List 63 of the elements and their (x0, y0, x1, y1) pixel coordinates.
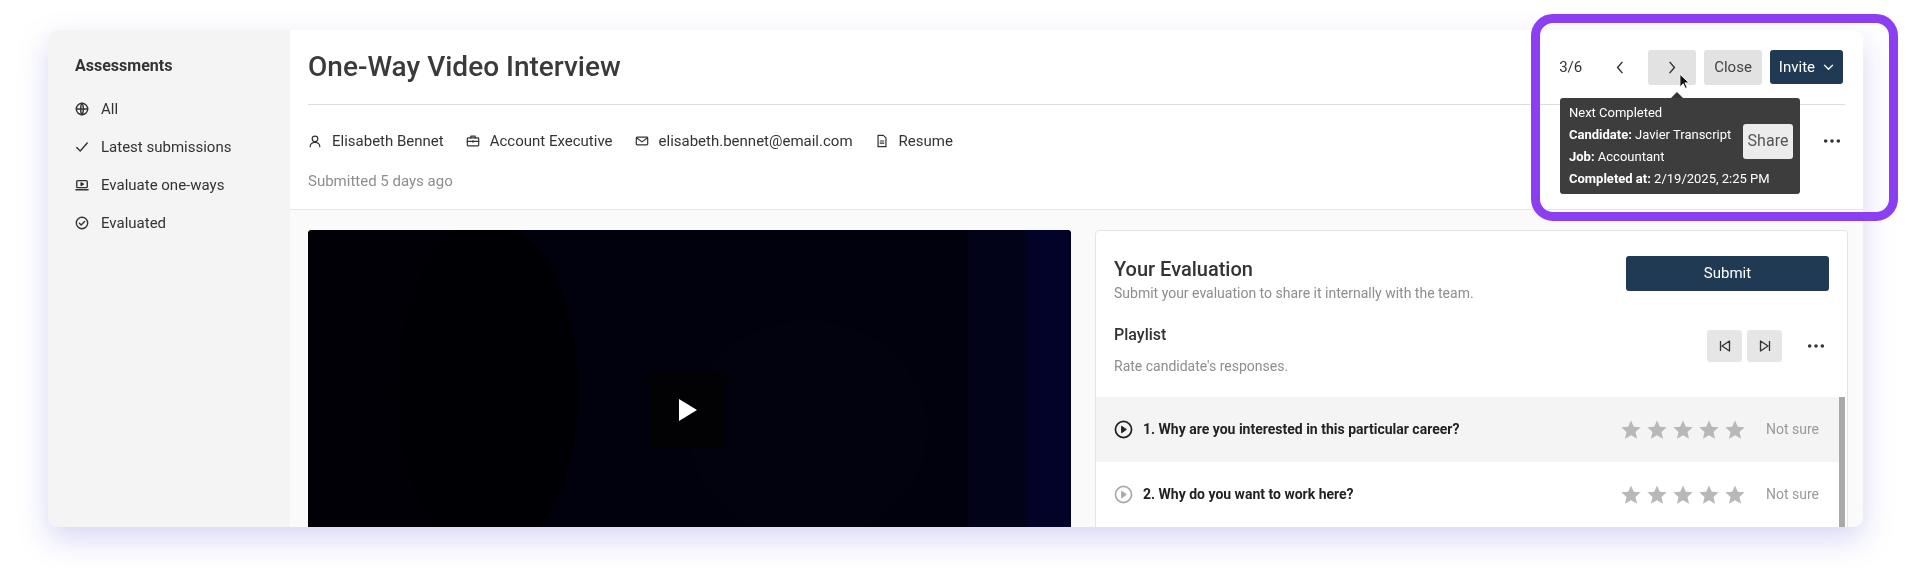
candidate-detail[interactable]: Resume (898, 129, 953, 153)
sidebar-item[interactable]: All (101, 97, 119, 121)
play-icon (678, 398, 698, 422)
invite-button[interactable]: Invite (1769, 50, 1843, 84)
play-circle-icon (1114, 420, 1133, 439)
candidate-detail: Account Executive (489, 130, 613, 152)
person-icon (308, 134, 322, 148)
video-screen-icon (75, 178, 89, 192)
chevron-left-icon (1616, 60, 1625, 74)
more-icon[interactable] (1807, 343, 1825, 349)
envelope-icon (634, 134, 649, 148)
page-title: One-Way Video Interview (308, 49, 621, 85)
play-circle-icon (1114, 485, 1133, 504)
play-button[interactable] (650, 372, 726, 448)
tooltip-line: Completed at: 2/19/2025, 2:25 PM (1569, 170, 1770, 188)
close-button[interactable]: Close (1704, 49, 1762, 85)
sidebar-item[interactable]: Evaluate one-ways (101, 173, 225, 197)
document-icon (874, 134, 889, 148)
more-icon[interactable] (1823, 138, 1841, 144)
globe-icon (75, 102, 89, 116)
star-icon[interactable] (1646, 483, 1668, 506)
star-icon[interactable] (1620, 418, 1642, 441)
star-icon[interactable] (1698, 418, 1720, 441)
star-icon[interactable] (1672, 483, 1694, 506)
rating-label: Not sure (1766, 420, 1819, 439)
question-row[interactable]: 1. Why are you interested in this particular career? Not sure (1096, 397, 1839, 462)
rating-label: Not sure (1766, 485, 1819, 504)
tooltip-line: Job: Accountant (1569, 148, 1665, 166)
candidate-detail: elisabeth.bennet@email.com (658, 130, 853, 152)
star-icon[interactable] (1620, 483, 1642, 506)
chevron-right-icon (1668, 60, 1677, 74)
star-icon[interactable] (1698, 483, 1720, 506)
share-button[interactable]: Share (1743, 123, 1793, 159)
star-icon[interactable] (1646, 418, 1668, 441)
sidebar-item[interactable]: Latest submissions (101, 135, 232, 159)
candidate-detail: Elisabeth Bennet (332, 130, 444, 152)
sidebar-title: Assessments (75, 55, 174, 77)
tooltip-title: Next Completed (1569, 104, 1663, 122)
skip-forward-button[interactable] (1747, 330, 1782, 362)
star-icon[interactable] (1724, 418, 1746, 441)
cursor-icon (1679, 73, 1690, 90)
question-text: 2. Why do you want to work here? (1143, 485, 1355, 504)
page-counter: 3/6 (1559, 56, 1583, 78)
skip-forward-icon (1758, 340, 1771, 352)
playlist-title: Playlist (1114, 324, 1168, 346)
next-button[interactable] (1648, 49, 1697, 85)
submit-button[interactable]: Submit (1626, 256, 1829, 291)
checkmark-icon (75, 140, 89, 154)
skip-back-button[interactable] (1707, 330, 1742, 362)
star-icon[interactable] (1672, 418, 1694, 441)
playlist-subtitle: Rate candidate's responses. (1114, 357, 1289, 376)
star-icon[interactable] (1724, 483, 1746, 506)
caret-icon (1823, 63, 1834, 71)
skip-back-icon (1718, 340, 1731, 352)
question-text: 1. Why are you interested in this particular career? (1143, 420, 1461, 439)
briefcase-icon (465, 134, 480, 148)
check-circle-icon (75, 216, 89, 230)
sidebar-item[interactable]: Evaluated (101, 211, 167, 235)
evaluation-title: Your Evaluation (1114, 256, 1254, 283)
scrollbar[interactable] (1839, 397, 1845, 527)
tooltip-line: Candidate: Javier Transcript (1569, 126, 1732, 144)
submitted-text: Submitted 5 days ago (308, 171, 453, 192)
evaluation-subtitle: Submit your evaluation to share it internally with the team. (1114, 284, 1474, 303)
